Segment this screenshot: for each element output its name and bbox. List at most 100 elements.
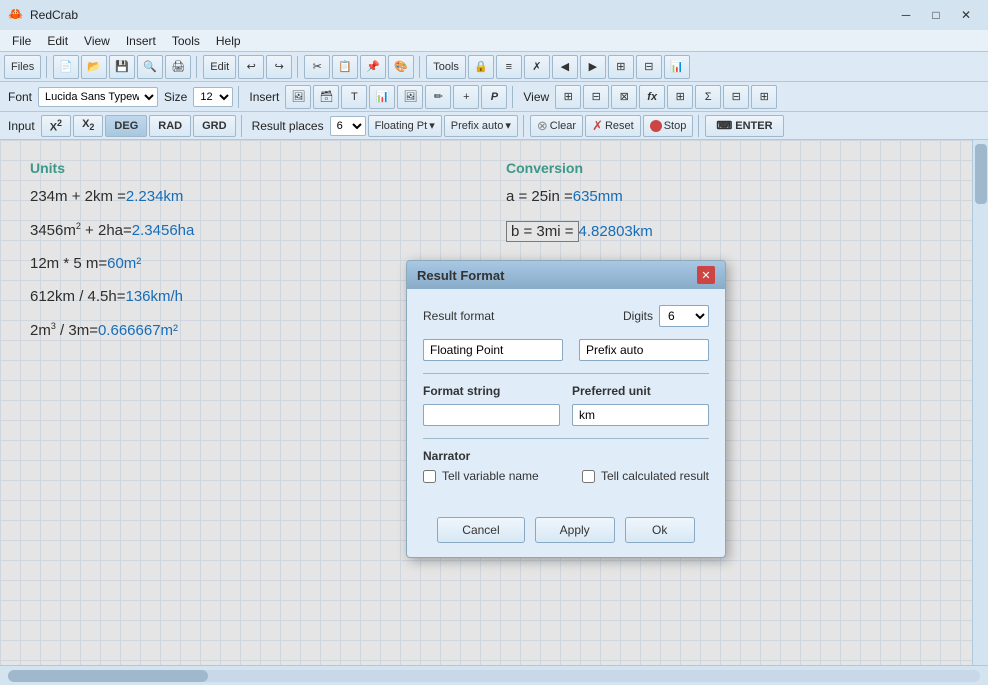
insert5-button[interactable]: 🖼 bbox=[397, 85, 423, 109]
tell-result-checkbox[interactable] bbox=[582, 470, 595, 483]
reset-button[interactable]: ✗ Reset bbox=[585, 115, 641, 137]
insert-img-button[interactable]: 🖼 bbox=[285, 85, 311, 109]
open-button[interactable]: 📂 bbox=[81, 55, 107, 79]
horizontal-scrollbar[interactable] bbox=[8, 670, 980, 682]
narrator-section: Narrator Tell variable name Tell calcula… bbox=[423, 449, 709, 483]
tb-btn-4[interactable]: 🔍 bbox=[137, 55, 163, 79]
copy-button[interactable]: 📋 bbox=[332, 55, 358, 79]
fx-button[interactable]: fx bbox=[639, 85, 665, 109]
digits-select[interactable]: 6 bbox=[659, 305, 709, 327]
tools-button[interactable]: Tools bbox=[426, 55, 466, 79]
divider-1 bbox=[423, 373, 709, 374]
format-string-input[interactable] bbox=[423, 404, 560, 426]
edit-button[interactable]: Edit bbox=[203, 55, 236, 79]
format-input[interactable] bbox=[423, 339, 563, 361]
menu-file[interactable]: File bbox=[4, 32, 39, 50]
files-button[interactable]: Files bbox=[4, 55, 41, 79]
undo-button[interactable]: ↩ bbox=[238, 55, 264, 79]
format-buttons-row bbox=[423, 339, 709, 361]
close-button[interactable]: ✕ bbox=[952, 6, 980, 24]
sigma-button[interactable]: Σ bbox=[695, 85, 721, 109]
tb-btn-5[interactable]: 🖨 bbox=[165, 55, 191, 79]
scrollbar-thumb-v[interactable] bbox=[975, 144, 987, 204]
grid-button[interactable]: ⊞ bbox=[608, 55, 634, 79]
clear-button[interactable]: ⊗ Clear bbox=[530, 115, 583, 137]
sep1 bbox=[46, 56, 48, 78]
view3-button[interactable]: ⊠ bbox=[611, 85, 637, 109]
preferred-unit-input[interactable] bbox=[572, 404, 709, 426]
insert7-button[interactable]: + bbox=[453, 85, 479, 109]
redo-button[interactable]: ↪ bbox=[266, 55, 292, 79]
matrix-button[interactable]: ⊞ bbox=[667, 85, 693, 109]
reset-icon: ✗ bbox=[592, 118, 603, 134]
table-button[interactable]: ⊟ bbox=[723, 85, 749, 109]
menu-help[interactable]: Help bbox=[208, 32, 249, 50]
sep5 bbox=[238, 86, 240, 108]
grd-button[interactable]: GRD bbox=[193, 115, 235, 137]
font-dropdown[interactable]: Lucida Sans Typewr... bbox=[38, 87, 158, 107]
menu-tools[interactable]: Tools bbox=[164, 32, 208, 50]
sep4 bbox=[419, 56, 421, 78]
sep6 bbox=[512, 86, 514, 108]
stop-button[interactable]: Stop bbox=[643, 115, 694, 137]
cut-button[interactable]: ✂ bbox=[304, 55, 330, 79]
minimize-button[interactable]: ─ bbox=[892, 6, 920, 24]
maximize-button[interactable]: □ bbox=[922, 6, 950, 24]
scrollbar-thumb-h[interactable] bbox=[8, 670, 208, 682]
app-title: RedCrab bbox=[30, 8, 892, 22]
insert4-button[interactable]: 📊 bbox=[369, 85, 395, 109]
enter-button[interactable]: ⌨ ENTER bbox=[705, 115, 783, 137]
menu-insert[interactable]: Insert bbox=[118, 32, 164, 50]
left-button[interactable]: ◀ bbox=[552, 55, 578, 79]
prefix-button[interactable]: Prefix auto ▾ bbox=[444, 115, 518, 137]
new-button[interactable]: 📄 bbox=[53, 55, 79, 79]
insert8-button[interactable]: P bbox=[481, 85, 507, 109]
lock-button[interactable]: 🔒 bbox=[468, 55, 494, 79]
sep3 bbox=[297, 56, 299, 78]
right-button[interactable]: ▶ bbox=[580, 55, 606, 79]
apply-button[interactable]: Apply bbox=[535, 517, 615, 543]
ok-button[interactable]: Ok bbox=[625, 517, 695, 543]
insert3-button[interactable]: T bbox=[341, 85, 367, 109]
result-places-dropdown[interactable]: 6 bbox=[330, 116, 366, 136]
clear-label: Clear bbox=[550, 120, 576, 132]
save-button[interactable]: 💾 bbox=[109, 55, 135, 79]
rad-button[interactable]: RAD bbox=[149, 115, 191, 137]
view1-button[interactable]: ⊞ bbox=[555, 85, 581, 109]
x2-button[interactable]: X2 bbox=[41, 115, 71, 137]
divider-2 bbox=[423, 438, 709, 439]
window-controls: ─ □ ✕ bbox=[892, 6, 980, 24]
table2-button[interactable]: ⊞ bbox=[751, 85, 777, 109]
size-dropdown[interactable]: 12 bbox=[193, 87, 233, 107]
insert2-button[interactable]: 🗃 bbox=[313, 85, 339, 109]
insert6-button[interactable]: ✏ bbox=[425, 85, 451, 109]
deg-button[interactable]: DEG bbox=[105, 115, 147, 137]
size-label: Size bbox=[160, 90, 191, 104]
grid2-button[interactable]: ⊟ bbox=[636, 55, 662, 79]
list-button[interactable]: ≡ bbox=[496, 55, 522, 79]
paste2-button[interactable]: 🎨 bbox=[388, 55, 414, 79]
paste-button[interactable]: 📌 bbox=[360, 55, 386, 79]
x2sub-button[interactable]: X2 bbox=[73, 115, 103, 137]
menu-view[interactable]: View bbox=[76, 32, 118, 50]
content-area: Units 234m + 2km =2.234km 3456m2 + 2ha=2… bbox=[0, 140, 972, 665]
dialog-footer: Cancel Apply Ok bbox=[407, 507, 725, 557]
format-digits-row: Result format Digits 6 bbox=[423, 305, 709, 327]
prefix-chevron: ▾ bbox=[505, 119, 511, 132]
prefix-input[interactable] bbox=[579, 339, 709, 361]
chart-button[interactable]: 📊 bbox=[664, 55, 690, 79]
tell-variable-checkbox[interactable] bbox=[423, 470, 436, 483]
view2-button[interactable]: ⊟ bbox=[583, 85, 609, 109]
cancel-button[interactable]: Cancel bbox=[437, 517, 524, 543]
input-toolbar: Input X2 X2 DEG RAD GRD Result places 6 … bbox=[0, 112, 988, 140]
dialog-close-button[interactable]: ✕ bbox=[697, 266, 715, 284]
stop-icon bbox=[650, 120, 662, 132]
vertical-scrollbar[interactable] bbox=[972, 140, 988, 665]
main-area: Units 234m + 2km =2.234km 3456m2 + 2ha=2… bbox=[0, 140, 988, 665]
result-places-label: Result places bbox=[248, 119, 328, 133]
menu-edit[interactable]: Edit bbox=[39, 32, 76, 50]
calc-button[interactable]: ✗ bbox=[524, 55, 550, 79]
preferred-unit-group: Preferred unit bbox=[572, 384, 709, 426]
floating-button[interactable]: Floating Pt ▾ bbox=[368, 115, 442, 137]
input-label: Input bbox=[4, 119, 39, 133]
